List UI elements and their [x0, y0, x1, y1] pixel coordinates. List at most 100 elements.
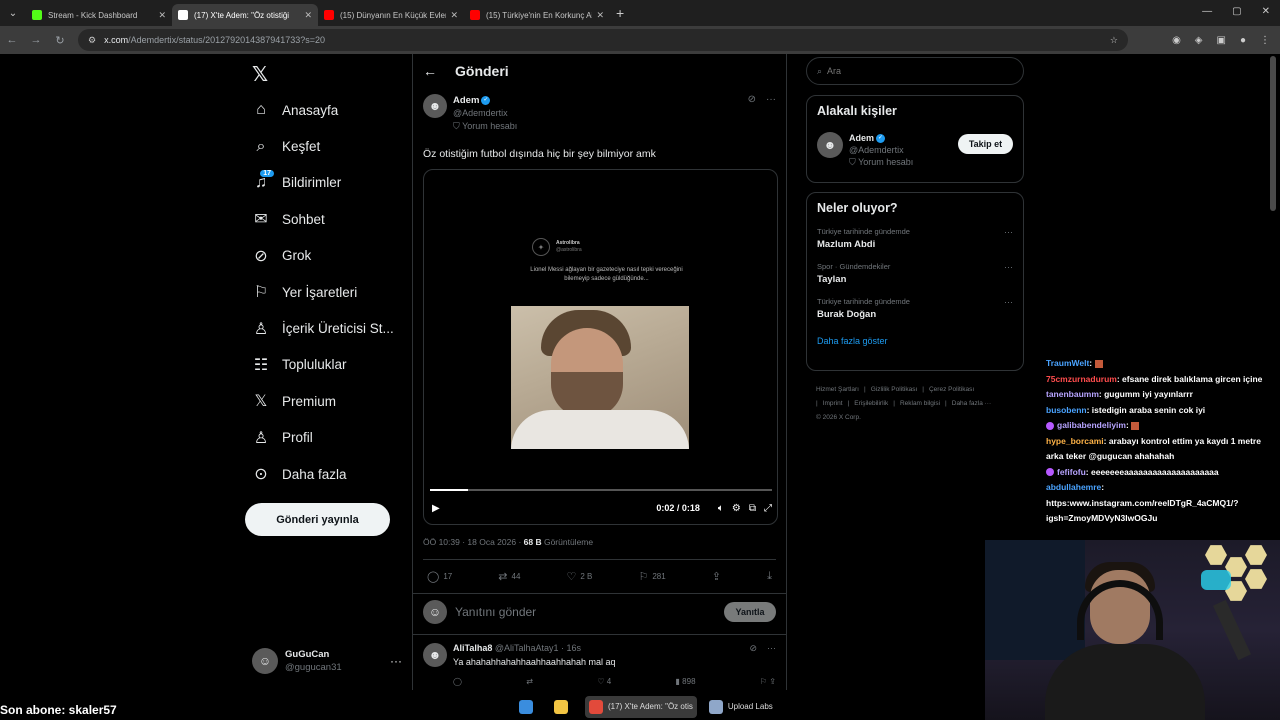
more-dots-icon[interactable]: ··· [766, 94, 776, 105]
footer-link[interactable]: © 2026 X Corp. [816, 414, 861, 421]
sidebar-item-premium[interactable]: 𝕏 Premium [250, 383, 410, 419]
browser-tab[interactable]: (15) Dünyanın En Küçük Evleri: ✕ [318, 4, 464, 26]
volume-icon[interactable]: 🔈︎ [718, 503, 724, 514]
repost-icon[interactable]: ⇄ [526, 677, 533, 686]
like-button[interactable]: ♡ 4 [597, 677, 611, 686]
trend-topic: Burak Doğan [817, 309, 877, 320]
more-dots-icon[interactable]: ··· [1004, 262, 1013, 272]
footer-link[interactable]: Daha fazla ··· [952, 400, 991, 407]
close-window-icon[interactable]: ✕ [1262, 6, 1270, 17]
browser-tab[interactable]: (15) Türkiye'nin En Korkunç Aile ✕ [464, 4, 610, 26]
grok-icon[interactable]: ⊘ [749, 643, 757, 654]
browser-tab[interactable]: (17) X'te Adem: "Öz otistiği ✕ [172, 4, 318, 26]
sidebar-item-yer-i-şaretleri[interactable]: ⚐ Yer İşaretleri [250, 274, 410, 310]
footer-link[interactable]: Imprint [823, 400, 843, 407]
repost-button[interactable]: ⇄ 44 [498, 570, 520, 583]
tab-search-icon[interactable]: ⌄ [0, 0, 26, 26]
sidebar-item-anasayfa[interactable]: ⌂ Anasayfa [250, 92, 410, 128]
sidebar-item-i-çerik-üreticisi-st-[interactable]: ♙ İçerik Üreticisi St... [250, 310, 410, 346]
reply-icon[interactable]: ◯ [453, 677, 462, 686]
video-player[interactable]: ✦ Astrolibra @astrolibra Lionel Messi ağ… [423, 169, 778, 525]
sidebar-item-daha-fazla[interactable]: ⊙ Daha fazla [250, 456, 410, 492]
bookmark-star-icon[interactable]: ☆ [1110, 35, 1118, 46]
menu-kebab-icon[interactable]: ⋮ [1260, 35, 1270, 46]
search-input[interactable] [827, 66, 1008, 76]
bookmark-icon[interactable]: ⚐ ⇪ [760, 677, 776, 686]
footer-link[interactable]: Erişilebilirlik [854, 400, 888, 407]
sidebar-item-sohbet[interactable]: ✉ Sohbet [250, 201, 410, 237]
list-item[interactable]: ☻ AliTalha8 @AliTalhaAtay1 · 16s ⊘ ··· Ya… [413, 635, 786, 686]
footer-link[interactable]: Reklam bilgisi [900, 400, 940, 407]
sidebar-item-keşfet[interactable]: ⌕ Keşfet [250, 128, 410, 164]
back-icon[interactable]: ← [0, 34, 24, 46]
related-person[interactable]: ☻ Adem ✓ @Ademdertix ⛉ Yorum hesabı Takip… [807, 118, 1023, 168]
extensions-puzzle-icon[interactable]: ▣ [1217, 35, 1226, 46]
footer-link[interactable]: Çerez Politikası [929, 386, 974, 393]
footer-link[interactable]: Hizmet Şartları [816, 386, 859, 393]
trend-item[interactable]: Türkiye tarihinde gündemde Burak Doğan ··· [807, 285, 1023, 320]
more-dots-icon[interactable]: ··· [1004, 297, 1013, 307]
taskbar-item[interactable] [550, 696, 577, 718]
sidebar-item-bildirimler[interactable]: ♫ 17 Bildirimler [250, 165, 410, 201]
sidebar-item-label: Topluluklar [282, 357, 347, 373]
close-tab-icon[interactable]: ✕ [304, 10, 312, 21]
search-box[interactable]: ⌕ [806, 57, 1024, 85]
x-logo-icon[interactable]: 𝕏 [252, 62, 268, 87]
footer-separator: | [945, 400, 947, 407]
like-button[interactable]: ♡ 2 B [567, 570, 593, 583]
views-button[interactable]: ▮ 898 [676, 677, 696, 686]
follow-button[interactable]: Takip et [958, 134, 1013, 154]
minimize-icon[interactable]: — [1202, 6, 1212, 17]
taskbar-item[interactable]: Upload Labs [705, 696, 777, 718]
pip-icon[interactable]: ⧉ [749, 503, 756, 514]
chat-message: galibabendeliyim: [1046, 418, 1280, 434]
page-scrollbar[interactable] [1270, 56, 1276, 211]
taskbar-item[interactable] [515, 696, 542, 718]
more-dots-icon[interactable]: ··· [1004, 227, 1013, 237]
reply-button[interactable]: ◯ 17 [427, 570, 452, 583]
video-progress-bar[interactable] [430, 489, 772, 491]
site-info-icon[interactable]: ⚙ [88, 35, 96, 46]
related-name[interactable]: Adem [849, 133, 874, 143]
avatar[interactable]: ☻ [817, 132, 843, 158]
show-more-link[interactable]: Daha fazla göster [807, 320, 1023, 356]
close-tab-icon[interactable]: ✕ [158, 10, 166, 21]
author-handle[interactable]: @Ademdertix [453, 107, 517, 119]
taskbar-item[interactable]: (17) X'te Adem: "Öz otis [585, 695, 697, 718]
sidebar-item-grok[interactable]: ⊘ Grok [250, 238, 410, 274]
share-button[interactable]: ⇪ [712, 570, 721, 583]
avatar[interactable]: ☻ [423, 94, 447, 118]
close-tab-icon[interactable]: ✕ [596, 10, 604, 21]
sidebar-item-topluluklar[interactable]: ☷ Topluluklar [250, 347, 410, 383]
reply-input[interactable]: Yanıtını gönder [455, 605, 536, 619]
author-name[interactable]: Adem [453, 95, 479, 106]
close-tab-icon[interactable]: ✕ [450, 10, 458, 21]
trend-item[interactable]: Spor · Gündemdekiler Taylan ··· [807, 250, 1023, 285]
settings-gear-icon[interactable]: ⚙ [732, 503, 741, 514]
browser-tab[interactable]: Stream - Kick Dashboard ✕ [26, 4, 172, 26]
play-icon[interactable]: ▶ [432, 503, 440, 514]
profile-icon[interactable]: ● [1240, 35, 1246, 46]
maximize-icon[interactable]: ▢ [1232, 6, 1241, 17]
extension-icon[interactable]: ◉ [1172, 35, 1181, 46]
reply-submit-button[interactable]: Yanıtla [724, 602, 776, 622]
reload-icon[interactable]: ↻ [48, 34, 72, 47]
more-dots-icon[interactable]: ··· [390, 654, 402, 668]
address-bar[interactable]: ⚙ x.com /Ademdertix/status/2012792014387… [78, 29, 1128, 51]
new-tab-icon[interactable]: + [616, 5, 624, 21]
extension-icon[interactable]: ◈ [1195, 35, 1203, 46]
sidebar-item-profil[interactable]: ♙ Profil [250, 420, 410, 456]
back-arrow-icon[interactable]: ← [423, 63, 437, 79]
footer-link[interactable]: Gizlilik Politikası [871, 386, 918, 393]
grok-icon[interactable]: ⊘ [748, 94, 756, 105]
forward-icon[interactable]: → [24, 34, 48, 46]
trend-item[interactable]: Türkiye tarihinde gündemde Mazlum Abdi ··· [807, 215, 1023, 250]
avatar[interactable]: ☻ [423, 643, 447, 667]
post-button[interactable]: Gönderi yayınla [245, 503, 390, 536]
comment-author[interactable]: AliTalha8 [453, 643, 492, 653]
more-dots-icon[interactable]: ··· [767, 643, 776, 654]
fullscreen-icon[interactable]: ⤢ [764, 503, 772, 514]
bookmark-button[interactable]: ⚐ 281 [638, 570, 665, 583]
account-switcher[interactable]: ☺ GuGuCan @gugucan31 ··· [252, 648, 402, 674]
download-button[interactable]: ⤓ [767, 570, 772, 583]
